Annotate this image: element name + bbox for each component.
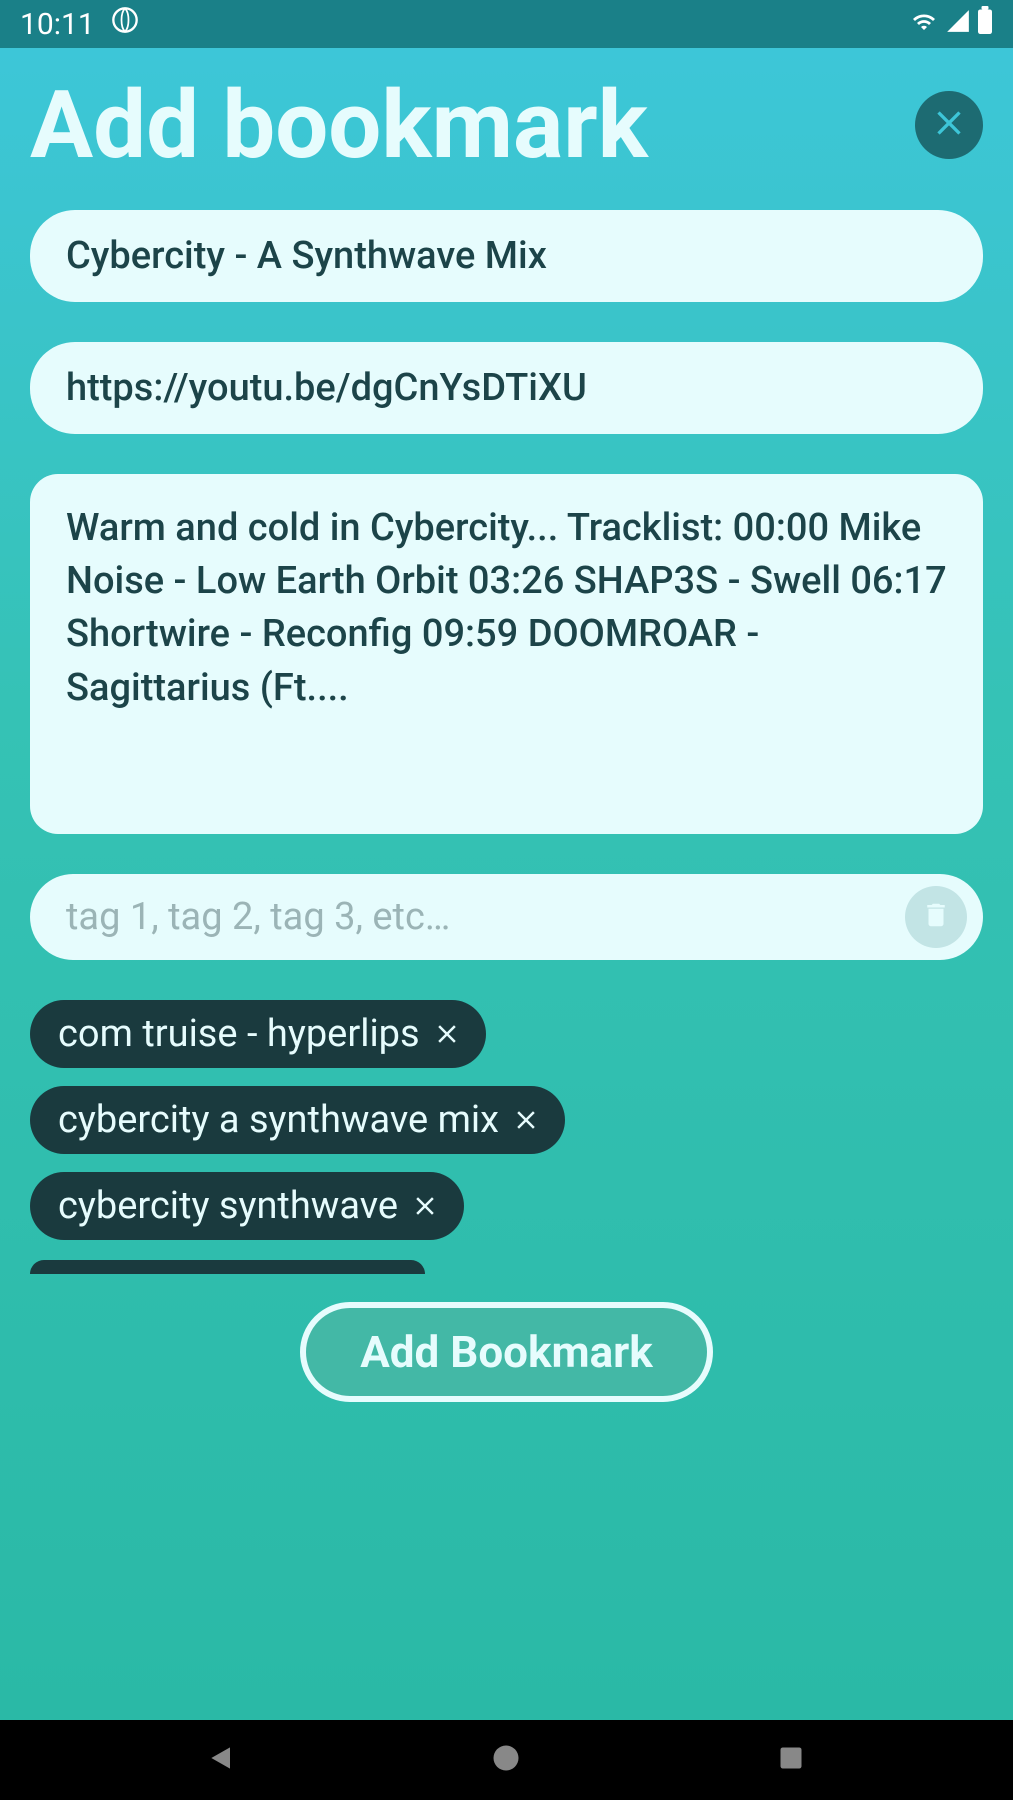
tag-chip-partial <box>30 1260 425 1274</box>
nav-home-button[interactable] <box>486 1740 526 1780</box>
home-icon <box>491 1743 521 1777</box>
remove-tag-icon[interactable] <box>511 1105 541 1135</box>
status-bar: 10:11 <box>0 0 1013 48</box>
remove-tag-icon[interactable] <box>410 1191 440 1221</box>
wifi-icon <box>909 7 939 42</box>
close-button[interactable] <box>915 91 983 159</box>
nav-back-button[interactable] <box>202 1740 242 1780</box>
title-input[interactable] <box>30 210 983 302</box>
back-icon <box>206 1742 238 1778</box>
tags-container: com truise - hyperlips cybercity a synth… <box>30 1000 983 1274</box>
navigation-bar <box>0 1720 1013 1800</box>
description-input[interactable]: Warm and cold in Cybercity... Tracklist:… <box>30 474 983 834</box>
tag-label: cybercity synthwave <box>58 1184 398 1228</box>
status-time: 10:11 <box>20 7 95 42</box>
url-input[interactable] <box>30 342 983 434</box>
tag-chip[interactable]: cybercity synthwave <box>30 1172 464 1240</box>
trash-icon <box>921 900 951 934</box>
tag-input-wrapper <box>30 874 983 960</box>
remove-tag-icon[interactable] <box>432 1019 462 1049</box>
close-icon <box>929 103 969 147</box>
tags-input[interactable] <box>66 895 905 939</box>
nav-recent-button[interactable] <box>771 1740 811 1780</box>
clear-tags-button[interactable] <box>905 886 967 948</box>
main-content: Add bookmark Warm and cold in Cybercity.… <box>0 48 1013 1720</box>
signal-icon <box>945 7 971 42</box>
tag-chip[interactable]: cybercity a synthwave mix <box>30 1086 565 1154</box>
submit-wrapper: Add Bookmark <box>30 1302 983 1402</box>
battery-icon <box>977 6 993 42</box>
page-title: Add bookmark <box>30 78 648 172</box>
tag-label: cybercity a synthwave mix <box>58 1098 499 1142</box>
tag-chip[interactable]: com truise - hyperlips <box>30 1000 486 1068</box>
tag-label: com truise - hyperlips <box>58 1012 420 1056</box>
recent-icon <box>777 1744 805 1776</box>
app-icon <box>111 6 139 42</box>
status-left: 10:11 <box>20 6 139 42</box>
status-right <box>909 6 993 42</box>
header: Add bookmark <box>30 78 983 172</box>
add-bookmark-button[interactable]: Add Bookmark <box>300 1302 713 1402</box>
